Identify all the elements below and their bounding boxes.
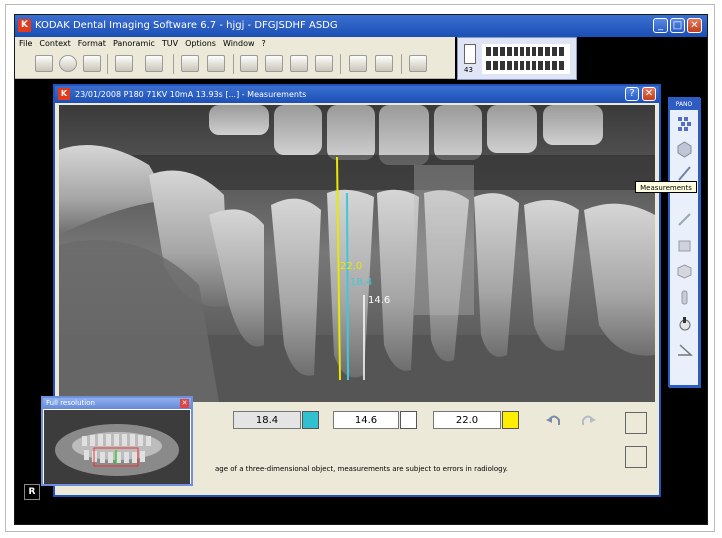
measurement-label-yellow: 22.0 [340,261,363,272]
thumbnail-number: 43 [464,66,473,74]
measurements-window-title-bar: K 23/01/2008 P180 71KV 10mA 13.93s [...]… [55,86,659,103]
pano-device-icon [464,44,476,64]
import-measurement-button[interactable] [625,446,647,468]
exit-icon[interactable] [409,55,427,72]
hand-tool-icon[interactable] [676,315,693,332]
app-title-bar: K KODAK Dental Imaging Software 6.7 - hj… [15,15,707,37]
toolbar-separator [233,54,234,74]
menu-context[interactable]: Context [35,37,73,48]
tools-panel-header: PANO [670,99,698,110]
printer-icon[interactable] [207,55,225,72]
image-view-1-icon[interactable] [240,55,258,72]
measurement-label-cyan: 18.4 [350,277,373,288]
pattern-tool-icon[interactable] [676,115,693,132]
export-measurement-button[interactable] [625,412,647,434]
open-folder-icon[interactable] [35,55,53,72]
toolbar-separator [107,54,108,74]
menu-bar: File Context Format Panoramic TUV Options Wind… [15,37,455,50]
menu-file[interactable]: File [15,37,35,48]
full-resolution-close-icon[interactable]: ✕ [180,399,189,408]
measurement-line-cyan[interactable] [346,192,349,381]
full-resolution-title: Full resolution [43,398,191,409]
minimize-button[interactable]: _ [653,18,668,33]
window-close-button[interactable]: ✕ [642,87,656,101]
tools-panel-overlay: PANO [668,97,700,387]
measurement-value-white: 14.6 [333,411,399,429]
grid-icon[interactable] [83,55,101,72]
hexagon-tool-icon[interactable] [676,141,693,158]
menu-tuv[interactable]: TUV [158,37,181,48]
undo-icon[interactable] [545,412,563,428]
xray-image[interactable]: 22.0 18.4 14.6 [59,105,655,402]
image-view-2-icon[interactable] [265,55,283,72]
measurement-value-yellow: 22.0 [433,411,501,429]
measurements-window-title: 23/01/2008 P180 71KV 10mA 13.93s [...] -… [75,90,307,99]
cube-tool-icon[interactable] [676,263,693,280]
full-resolution-window: Full resolution ✕ [41,396,193,486]
rotate-icon[interactable] [349,55,367,72]
color-swatch-yellow[interactable] [502,411,519,429]
presentation-icon[interactable] [375,55,393,72]
pencil-tool-icon[interactable] [676,211,693,228]
kodak-logo-icon: K [18,19,31,32]
toolbar-separator [173,54,174,74]
measurement-label-white: 14.6 [368,295,391,306]
implant-tool-icon[interactable] [676,289,693,306]
close-button[interactable]: ✕ [687,18,702,33]
box-tool-icon[interactable] [676,237,693,254]
image-thumbnail[interactable]: 43 [457,37,577,80]
toolbar-separator [401,54,402,74]
angle-tool-icon[interactable] [676,341,693,358]
export-icon[interactable] [145,55,163,72]
menu-format[interactable]: Format [74,37,109,48]
maximize-button[interactable]: □ [670,18,685,33]
layout-icon[interactable] [115,55,133,72]
color-swatch-cyan[interactable] [302,411,319,429]
color-swatch-white[interactable] [400,411,417,429]
disc-icon[interactable] [59,55,77,72]
disclaimer-text: age of a three-dimensional object, measu… [215,465,508,473]
measurements-tooltip: Measurements [635,181,697,193]
menu-options[interactable]: Options [181,37,219,48]
measurements-tool-icon[interactable] [676,165,693,182]
menu-panoramic[interactable]: Panoramic [109,37,158,48]
menu-window[interactable]: Window [219,37,258,48]
menu-help[interactable]: ? [258,37,269,48]
full-resolution-preview[interactable] [44,410,190,484]
kodak-logo-icon: K [58,88,70,100]
measurement-value-cyan: 18.4 [233,411,301,429]
orientation-badge: R [24,484,40,500]
help-button[interactable]: ? [625,87,639,101]
image-view-4-icon[interactable] [315,55,333,72]
toolbar [15,50,455,79]
home-icon[interactable] [181,55,199,72]
image-view-3-icon[interactable] [290,55,308,72]
app-title: KODAK Dental Imaging Software 6.7 - hjgj… [35,20,338,31]
measurement-overlay [336,156,365,381]
toolbar-separator [340,54,341,74]
dental-chart-icon [482,44,570,74]
redo-icon[interactable] [579,412,597,428]
